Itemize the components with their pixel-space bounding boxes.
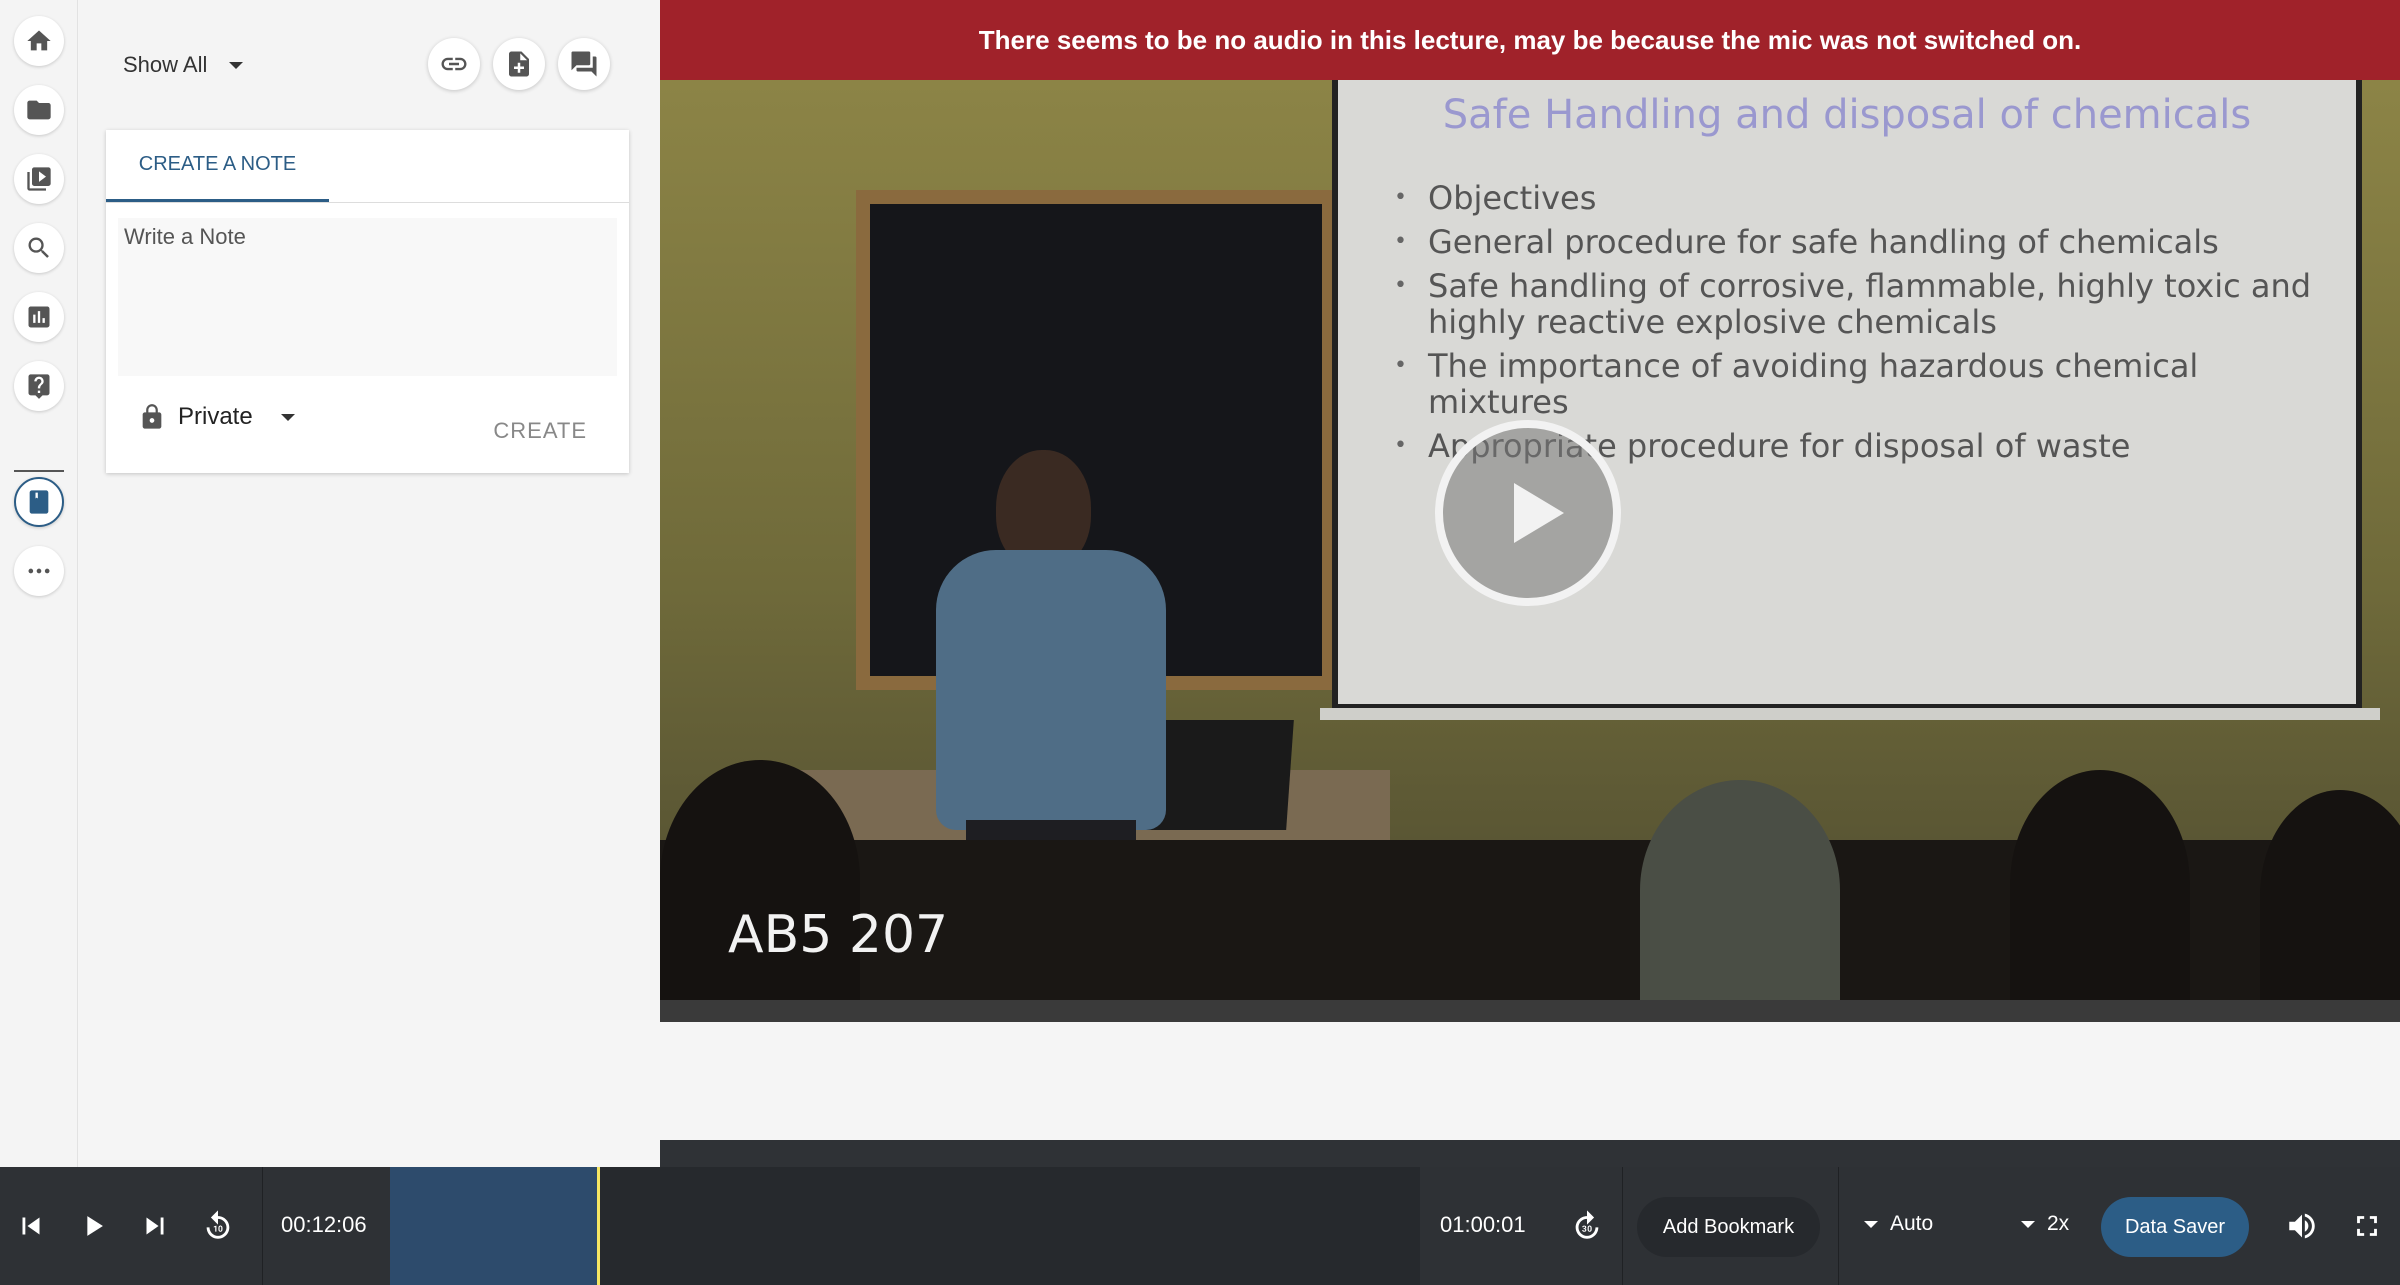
play-overlay-button[interactable] [1435,420,1621,606]
chevron-down-icon [280,413,295,421]
playlist-icon [27,167,51,191]
search-icon [28,237,49,258]
notes-icon [29,490,49,514]
player-controls: 00:12:06 01:00:01 Add Bookmark Auto 2x D… [0,1167,2400,1285]
control-divider [1838,1167,1839,1285]
add-file-button[interactable] [493,38,545,90]
show-all-dropdown[interactable]: Show All [123,52,244,78]
rail-divider [14,470,64,472]
current-time: 00:12:06 [281,1212,367,1237]
play-icon [87,1216,103,1236]
analytics-button[interactable] [14,292,64,342]
seek-bar[interactable] [390,1167,1420,1285]
seek-bar-playhead[interactable] [597,1167,600,1285]
forward-10-icon [1575,1210,1599,1239]
duration: 01:00:01 [1440,1212,1526,1237]
side-rail [0,0,78,1167]
projector-screen: Safe Handling and disposal of chemicals … [1332,80,2362,710]
seek-bar-progress [390,1167,597,1285]
search-button[interactable] [14,223,64,273]
privacy-dropdown[interactable]: Private [138,402,295,432]
replay-10-icon [206,1210,230,1239]
volume-button[interactable] [2285,1209,2319,1243]
slide-title: Safe Handling and disposal of chemicals [1442,92,2252,138]
speed-select[interactable]: 2x [2021,1212,2069,1236]
volume-icon [2289,1213,2315,1239]
folder-icon [27,100,51,120]
note-input[interactable] [118,218,617,376]
tab-create-note[interactable]: CREATE A NOTE [106,130,329,202]
link-icon [441,57,467,71]
play-icon [1514,483,1564,543]
folder-button[interactable] [14,85,64,135]
more-button[interactable] [14,546,64,596]
audience-head [1640,780,1840,1000]
data-saver-button[interactable]: Data Saver [2101,1197,2249,1257]
chevron-down-icon [1864,1220,1878,1228]
control-divider [262,1167,263,1285]
quality-select[interactable]: Auto [1864,1212,1933,1236]
add-bookmark-button[interactable]: Add Bookmark [1637,1197,1820,1257]
skip-next-icon [146,1217,164,1235]
show-all-label: Show All [123,52,208,77]
tab-divider [106,202,629,203]
slide-bullet: General procedure for safe handling of c… [1394,224,2314,260]
playlist-button[interactable] [14,154,64,204]
forum-icon [571,51,597,77]
home-icon [27,30,51,51]
privacy-label: Private [178,403,253,430]
skip-previous-icon [22,1217,40,1235]
chevron-down-icon [2021,1220,2035,1228]
quality-value: Auto [1890,1212,1934,1235]
play-button[interactable] [76,1209,110,1243]
forward-10-button[interactable] [1570,1209,1604,1243]
player-top-strip [660,1140,2400,1167]
notes-button[interactable] [14,477,64,527]
slide-bullet: The importance of avoiding hazardous che… [1394,348,2314,420]
lock-icon [142,404,162,429]
room-label: AB5 207 [728,905,949,965]
lecturer-body [936,550,1166,830]
analytics-icon [28,306,50,328]
more-icon [28,568,50,574]
screen-rail [1320,708,2380,720]
forum-button[interactable] [558,38,610,90]
fullscreen-button[interactable] [2350,1209,2384,1243]
create-note-card: CREATE A NOTE Private CREATE [106,130,629,473]
rewind-10-button[interactable] [201,1209,235,1243]
control-divider [1622,1167,1623,1285]
no-audio-banner: There seems to be no audio in this lectu… [660,0,2400,80]
add-file-icon [509,51,529,77]
fullscreen-icon [2357,1216,2377,1236]
speed-value: 2x [2047,1212,2070,1235]
chevron-down-icon [229,61,244,69]
audience-head [2010,770,2190,1000]
notes-panel: Show All CREATE A NOTE Private CREATE [79,0,660,1020]
video-bottom-strip [660,1000,2400,1022]
link-button[interactable] [428,38,480,90]
create-button[interactable]: CREATE [493,418,587,444]
help-icon [28,374,50,399]
skip-next-button[interactable] [138,1209,172,1243]
help-button[interactable] [14,361,64,411]
home-button[interactable] [14,16,64,66]
slide-bullet: Safe handling of corrosive, flammable, h… [1394,268,2314,340]
video-player[interactable]: There seems to be no audio in this lectu… [660,0,2400,1000]
slide-bullet: Objectives [1394,180,2314,216]
skip-previous-button[interactable] [14,1209,48,1243]
